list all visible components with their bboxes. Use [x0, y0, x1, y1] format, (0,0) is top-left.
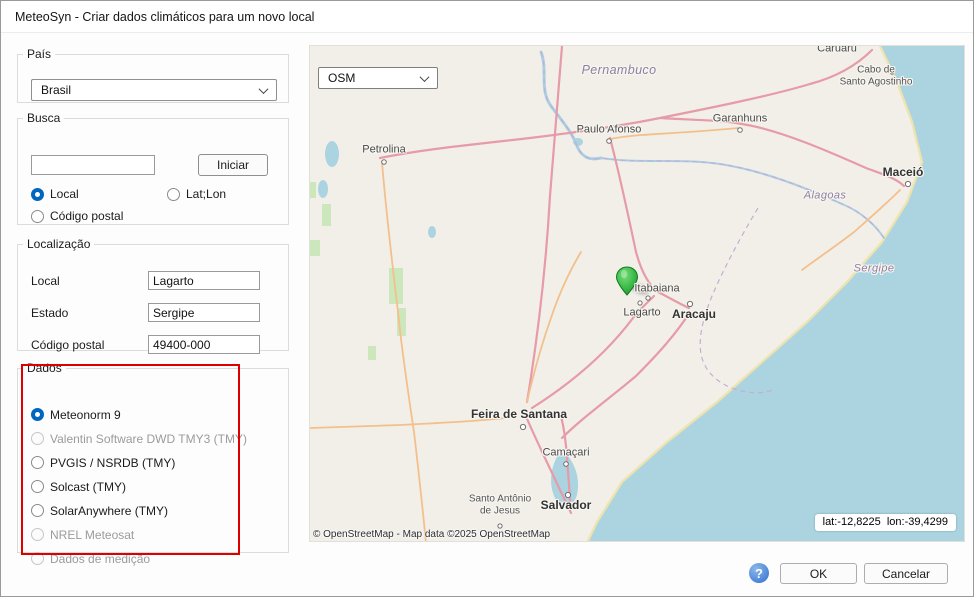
radio-icon[interactable] [31, 210, 44, 223]
chevron-down-icon [420, 72, 430, 82]
radio-label: Lat;Lon [186, 187, 226, 201]
localizacao-row-estado: EstadoSergipe [31, 303, 280, 322]
radio-label: Dados de medição [50, 552, 150, 566]
window-title: MeteoSyn - Criar dados climáticos para u… [15, 10, 314, 24]
dados-option-solcast-tmy[interactable]: Solcast (TMY) [31, 479, 247, 494]
field-label: Estado [31, 306, 148, 320]
busca-radio-codigo-postal[interactable]: Código postal [31, 209, 167, 223]
map-coordinates: lat:-12,8225 lon:-39,4299 [815, 514, 956, 531]
map-layer-value: OSM [328, 71, 355, 85]
radio-icon[interactable] [167, 188, 180, 201]
localizacao-group: Localização LocalLagarto EstadoSergipe Cód… [17, 237, 289, 351]
radio-icon[interactable] [31, 480, 44, 493]
radio-label: Meteonorm 9 [50, 408, 121, 422]
localizacao-group-label: Localização [23, 237, 94, 251]
help-button[interactable]: ? [749, 563, 769, 583]
radio-icon [31, 432, 44, 445]
radio-label: Valentin Software DWD TMY3 (TMY) [50, 432, 247, 446]
dialog-content: País Brasil Busca Iniciar Local Lat;Lon Có… [1, 33, 973, 596]
radio-label: NREL Meteosat [50, 528, 134, 542]
dados-option-nrel-meteosat: NREL Meteosat [31, 527, 247, 542]
radio-icon[interactable] [31, 188, 44, 201]
localizacao-row-local: LocalLagarto [31, 271, 280, 290]
titlebar: MeteoSyn - Criar dados climáticos para u… [1, 1, 973, 33]
radio-label: PVGIS / NSRDB (TMY) [50, 456, 175, 470]
codigo-postal-field[interactable]: 49400-000 [148, 335, 260, 354]
map-layer-select[interactable]: OSM [318, 67, 438, 89]
dados-group: Dados Meteonorm 9 Valentin Software DWD T… [17, 361, 289, 553]
dados-group-label: Dados [23, 361, 66, 375]
radio-label: Local [50, 187, 79, 201]
local-field[interactable]: Lagarto [148, 271, 260, 290]
localizacao-fields: LocalLagarto EstadoSergipe Código postal49… [31, 271, 280, 354]
dados-option-pvgis-nsrdb-tmy[interactable]: PVGIS / NSRDB (TMY) [31, 455, 247, 470]
dados-option-dados-de-medicao: Dados de medição [31, 551, 247, 566]
cancel-button[interactable]: Cancelar [864, 563, 948, 584]
dados-option-meteonorm-9[interactable]: Meteonorm 9 [31, 407, 247, 422]
busca-radio-local[interactable]: Local [31, 187, 167, 201]
busca-radio-lat-lon[interactable]: Lat;Lon [167, 187, 282, 201]
pais-group-label: País [23, 47, 55, 61]
dados-radio-group: Meteonorm 9 Valentin Software DWD TMY3 (T… [31, 407, 247, 566]
map-attribution: © OpenStreetMap - Map data ©2025 OpenStr… [313, 529, 550, 540]
field-label: Local [31, 274, 148, 288]
estado-field[interactable]: Sergipe [148, 303, 260, 322]
question-mark-icon: ? [755, 566, 763, 581]
radio-label: Código postal [50, 209, 123, 223]
iniciar-button[interactable]: Iniciar [198, 154, 268, 176]
search-input[interactable] [31, 155, 155, 175]
pais-select[interactable]: Brasil [31, 79, 277, 101]
radio-label: Solcast (TMY) [50, 480, 126, 494]
radio-icon[interactable] [31, 456, 44, 469]
chevron-down-icon [259, 84, 269, 94]
map-container[interactable]: CaruaruPernambucoCabo de Santo Agostinho… [309, 45, 965, 542]
busca-group-label: Busca [23, 111, 64, 125]
pais-select-value: Brasil [41, 83, 71, 97]
dados-option-valentin-software-dwd-tmy3-tmy: Valentin Software DWD TMY3 (TMY) [31, 431, 247, 446]
pais-group: País Brasil [17, 47, 289, 103]
radio-icon[interactable] [31, 504, 44, 517]
ok-button[interactable]: OK [780, 563, 857, 584]
busca-radio-group: Local Lat;Lon Código postal [31, 187, 282, 223]
radio-label: SolarAnywhere (TMY) [50, 504, 168, 518]
busca-group: Busca Iniciar Local Lat;Lon Código postal [17, 111, 289, 225]
map-graphic [310, 46, 965, 542]
dados-option-solaranywhere-tmy[interactable]: SolarAnywhere (TMY) [31, 503, 247, 518]
field-label: Código postal [31, 338, 148, 352]
radio-icon [31, 528, 44, 541]
localizacao-row-codigo-postal: Código postal49400-000 [31, 335, 280, 354]
radio-icon [31, 552, 44, 565]
meteosyn-dialog: MeteoSyn - Criar dados climáticos para u… [0, 0, 974, 597]
radio-icon[interactable] [31, 408, 44, 421]
